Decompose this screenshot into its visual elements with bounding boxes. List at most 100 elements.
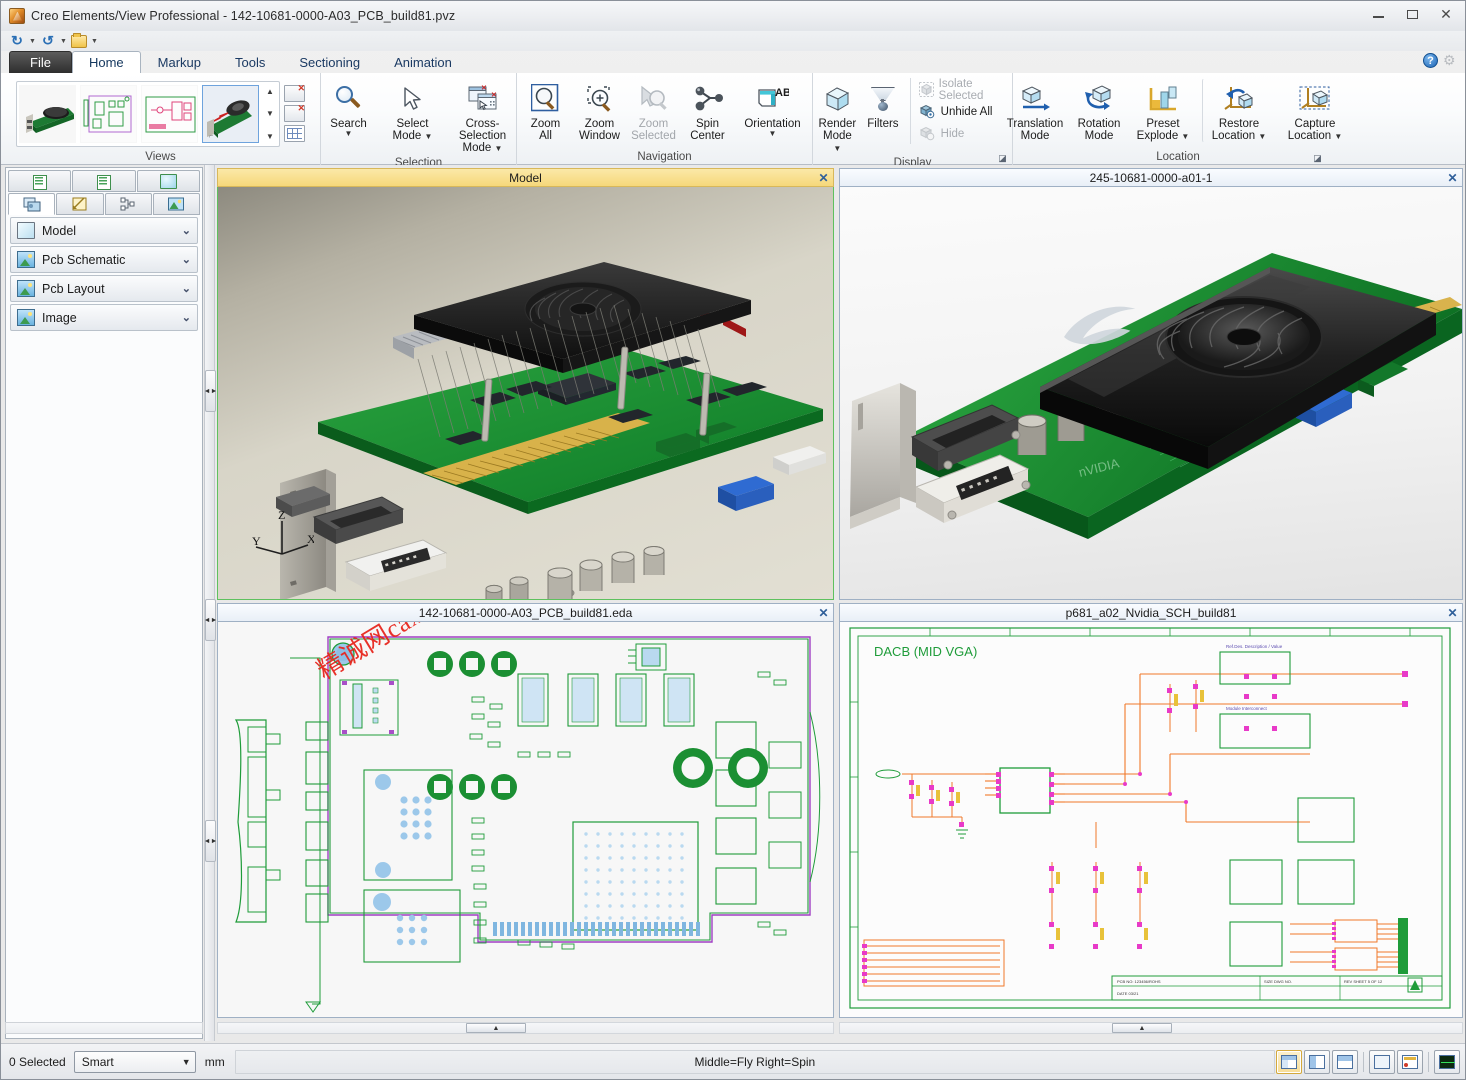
chevron-down-icon[interactable]: ⌄ [182,224,191,237]
sidebar-item-pcb-layout[interactable]: Pcb Layout ⌄ [10,275,198,302]
close-icon[interactable]: ✕ [1445,605,1460,620]
undo-button[interactable]: ↺ [39,33,57,49]
delete-view-button[interactable]: ✕ [284,84,305,102]
viewport-photo-canvas[interactable]: nVIDIA [839,187,1463,600]
viewport-row-splitter-right[interactable] [839,600,1463,603]
customize-quick-access-icon[interactable]: ▼ [90,38,99,45]
gear-icon[interactable]: ⚙ [1443,53,1457,68]
zoom-window-button[interactable]: Zoom Window [574,78,626,143]
chevron-down-icon[interactable]: ▼ [833,144,841,153]
close-button[interactable]: ✕ [1431,3,1461,25]
sidebar-splitter[interactable]: ◄► ◄► ◄► [204,165,217,1041]
viewport-schematic-canvas[interactable]: DACB (MID VGA) Ref.Des. Description / Va… [839,622,1463,1018]
chevron-down-icon[interactable]: ▼ [178,1057,195,1067]
sidebar-splitter-grip-3[interactable]: ◄► [204,820,217,862]
markup-tab[interactable] [56,193,104,215]
structure-tab-3[interactable] [136,170,200,192]
spin-center-button[interactable]: Spin Center [682,78,734,143]
chevron-down-icon[interactable]: ⌄ [182,253,191,266]
capture-location-button[interactable]: Capture Location ▼ [1278,78,1352,143]
images-tab[interactable] [152,193,200,215]
preset-explode-button[interactable]: Preset Explode ▼ [1132,78,1194,143]
viewport-schematic[interactable]: p681_a02_Nvidia_SCH_build81 ✕ DACB (MID … [839,603,1463,1018]
horizontal-scrollbar-right[interactable]: ▲ [839,1022,1463,1034]
close-icon[interactable]: ✕ [816,605,831,620]
close-icon[interactable]: ✕ [1445,170,1460,185]
chevron-down-icon[interactable]: ▼ [345,130,353,138]
view-thumb-schematic[interactable] [141,84,198,143]
tab-home[interactable]: Home [71,51,141,73]
rotation-mode-button[interactable]: Rotation Mode [1068,78,1130,143]
location-dialog-launcher[interactable]: ◪ [1312,153,1323,164]
chevron-down-icon[interactable]: ▼ [744,130,800,138]
view-thumb-photo[interactable] [19,84,76,143]
filters-button[interactable]: Filters [861,78,905,131]
views-scroll-more-icon[interactable]: ▼ [264,132,276,141]
view-thumb-model-exploded[interactable]: ⌐ [202,84,259,143]
performance-monitor-button[interactable] [1434,1049,1460,1074]
viewport-pcb-layout-canvas[interactable]: 精诚网caxit.com [217,622,834,1018]
tab-sectioning[interactable]: Sectioning [282,51,377,73]
search-button[interactable]: Search ▼ [318,78,380,139]
selection-mode-select[interactable]: Smart ▼ [73,1050,196,1073]
annotations-panel-button[interactable] [1397,1049,1423,1074]
sidebar-item-image[interactable]: Image ⌄ [10,304,198,331]
viewport-model[interactable]: Model ✕ Z Y [217,168,834,600]
tab-file[interactable]: File [9,51,72,73]
open-file-button[interactable] [71,32,87,49]
view-thumb-pcb-layout[interactable] [80,84,137,143]
tab-tools[interactable]: Tools [218,51,282,73]
scrollbar-thumb[interactable]: ▲ [1112,1023,1172,1033]
structure-tree-tab[interactable] [104,193,152,215]
close-icon[interactable]: ✕ [816,170,831,185]
chevron-down-icon[interactable]: ▼ [1181,132,1189,141]
chevron-down-icon[interactable]: ▼ [1334,132,1342,141]
layout-quad-button[interactable] [1276,1049,1302,1074]
tab-markup[interactable]: Markup [141,51,218,73]
sidebar-item-pcb-schematic[interactable]: Pcb Schematic ⌄ [10,246,198,273]
sidebar-splitter-grip-1[interactable]: ◄► [204,370,217,412]
views-scroll-down-icon[interactable]: ▼ [264,109,276,118]
chevron-down-icon[interactable]: ⌄ [182,282,191,295]
render-mode-button[interactable]: Render Mode ▼ [816,78,860,155]
delete-all-views-button[interactable]: ✕ [284,104,305,122]
zoom-all-button[interactable]: Zoom All [520,78,572,143]
display-dialog-launcher[interactable]: ◪ [997,153,1008,164]
select-mode-button[interactable]: Select Mode ▼ [382,78,444,143]
scrollbar-thumb[interactable]: ▲ [466,1023,526,1033]
sidebar-item-model[interactable]: Model ⌄ [10,217,198,244]
tab-animation[interactable]: Animation [377,51,469,73]
horizontal-scrollbar-left[interactable]: ▲ [217,1022,834,1034]
viewport-row-splitter-left[interactable] [217,600,834,603]
views-tab[interactable] [8,193,56,215]
views-gallery[interactable]: ⌐ ▲ ▼ ▼ [16,80,280,147]
sidebar-splitter-grip-2[interactable]: ◄► [204,599,217,641]
views-gallery-scroll[interactable]: ▲ ▼ ▼ [263,85,277,143]
chevron-down-icon[interactable]: ▼ [495,144,503,153]
maximize-button[interactable] [1397,3,1427,25]
translation-mode-button[interactable]: Translation Mode [1004,78,1066,143]
structure-tab-1[interactable] [8,170,72,192]
chevron-down-icon[interactable]: ▼ [425,132,433,141]
viewport-pcb-layout[interactable]: 142-10681-0000-A03_PCB_build81.eda ✕ [217,603,834,1018]
viewport-model-canvas[interactable]: Z X Y 精诚网caxit.com [217,187,834,600]
redo-button[interactable]: ↻ [8,33,26,49]
views-scroll-up-icon[interactable]: ▲ [264,87,276,96]
unhide-all-button[interactable]: Unhide All [916,101,1010,122]
restore-location-button[interactable]: Restore Location ▼ [1202,78,1276,143]
chevron-down-icon[interactable]: ⌄ [182,311,191,324]
orientation-button[interactable]: AB Orientation ▼ [736,78,810,139]
layout-horizontal-split-button[interactable] [1332,1049,1358,1074]
viewport-photo[interactable]: 245-10681-0000-a01-1 ✕ nVIDIA [839,168,1463,600]
minimize-button[interactable] [1363,3,1393,25]
redo-dropdown-icon[interactable]: ▼ [28,38,37,45]
chevron-down-icon[interactable]: ▼ [1258,132,1266,141]
layout-vertical-split-button[interactable] [1304,1049,1330,1074]
cross-selection-mode-button[interactable]: ✕ ✕ Cross-Selection Mode ▼ [446,78,520,155]
views-grid-button[interactable] [284,125,305,142]
layout-single-button[interactable] [1369,1049,1395,1074]
viewport-column-splitter[interactable] [834,165,839,1041]
help-icon[interactable]: ? [1423,53,1438,68]
structure-tab-2[interactable] [72,170,136,192]
undo-dropdown-icon[interactable]: ▼ [59,38,68,45]
